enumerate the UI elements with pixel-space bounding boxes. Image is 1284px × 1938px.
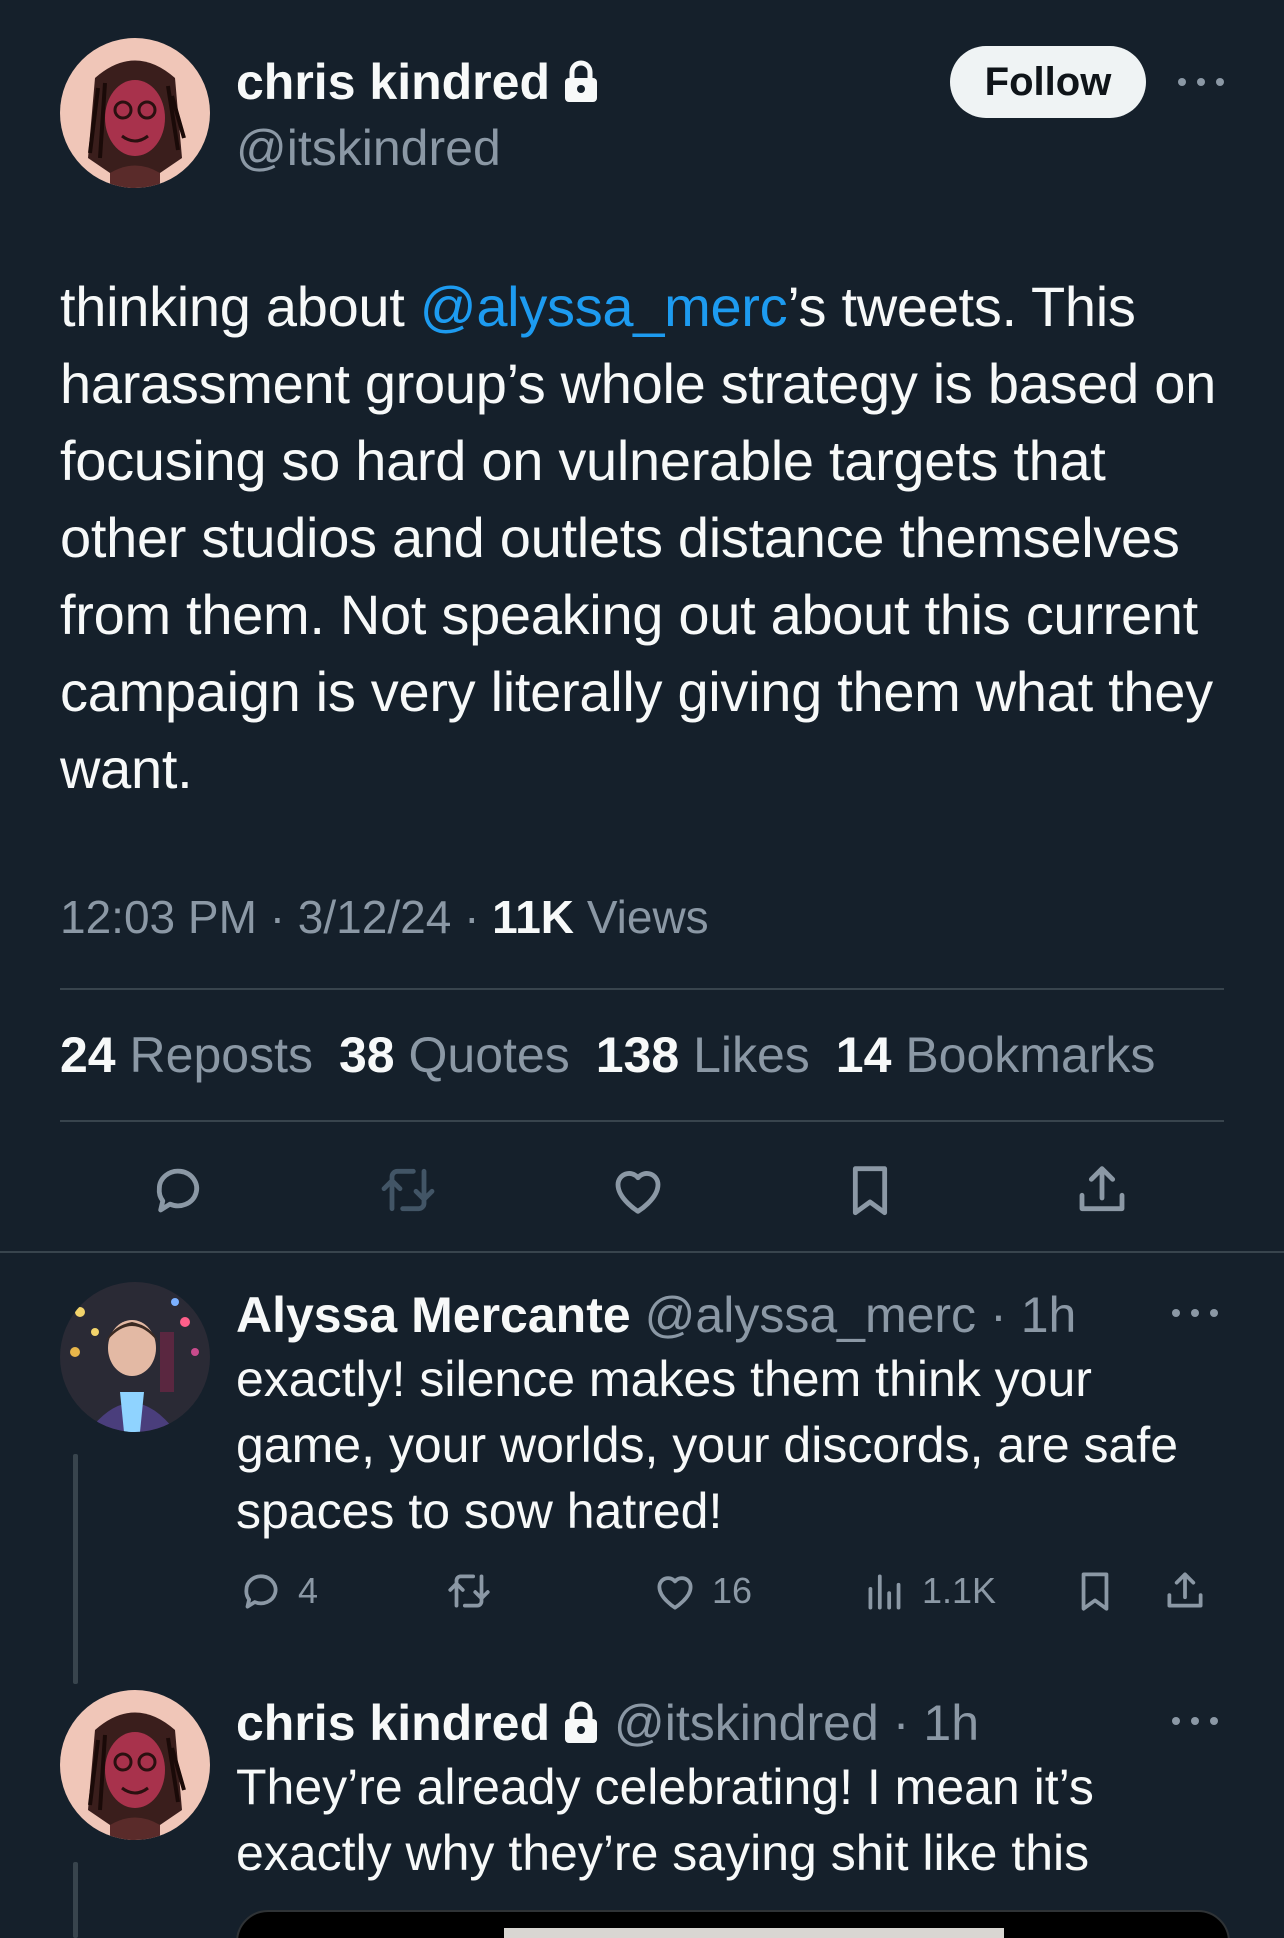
divider [60, 1120, 1224, 1122]
reply-time[interactable]: 1h [923, 1690, 979, 1756]
avatar[interactable] [60, 1690, 210, 1840]
reply-author-name[interactable]: Alyssa Mercante [236, 1282, 631, 1348]
reply-author-handle[interactable]: @itskindred [614, 1690, 879, 1756]
avatar-illustration-icon [60, 38, 210, 188]
quotes-stat[interactable]: 38 Quotes [339, 1024, 570, 1086]
reposts-count: 24 [60, 1027, 116, 1083]
separator: · [464, 891, 480, 943]
repost-icon [448, 1574, 490, 1608]
reply-time[interactable]: 1h [1021, 1282, 1077, 1348]
lock-icon [565, 60, 597, 102]
repost-icon[interactable] [376, 1158, 440, 1222]
tweet-meta: 12:03 PM · 3/12/24 · 11K Views [60, 888, 709, 946]
reposts-label: Reposts [129, 1027, 313, 1083]
quotes-count: 38 [338, 1027, 395, 1083]
views-label: Views [586, 891, 709, 943]
reply-tweet[interactable]: Alyssa Mercante @alyssa_merc · 1h exactl… [60, 1282, 1224, 1662]
media-preview [504, 1928, 1004, 1938]
attached-media[interactable] [236, 1910, 1230, 1938]
bookmarks-label: Bookmarks [905, 1027, 1156, 1083]
reply-author-handle[interactable]: @alyssa_merc [645, 1282, 976, 1348]
author-name-row[interactable]: chris kindred [236, 52, 600, 112]
like-icon[interactable] [606, 1158, 670, 1222]
reply-icon [244, 1574, 278, 1609]
likes-label: Likes [693, 1027, 810, 1083]
reply-tweet[interactable]: chris kindred @itskindred · 1h They’re a… [60, 1690, 1224, 1938]
view-count: 1.1K [922, 1570, 997, 1611]
share-icon [1167, 1572, 1203, 1608]
reply-action-like[interactable]: 16 [650, 1566, 752, 1616]
tweet-text: thinking about @alyssa_merc’s tweets. Th… [60, 268, 1220, 807]
avatar[interactable] [60, 1282, 210, 1432]
bookmark-icon [1081, 1572, 1109, 1611]
tweet-time[interactable]: 12:03 PM [60, 891, 257, 943]
tweet-action-bar [60, 1150, 1224, 1230]
tweet-text-rest: ’s tweets. This harassment group’s whole… [60, 275, 1216, 800]
tweet-date[interactable]: 3/12/24 [298, 891, 451, 943]
reply-action-bookmark[interactable] [1070, 1566, 1120, 1616]
like-count: 16 [712, 1570, 753, 1611]
more-options-icon[interactable] [1178, 75, 1224, 89]
separator: · [990, 1287, 1007, 1343]
like-icon [657, 1576, 693, 1610]
views-count: 11K [492, 891, 575, 943]
separator: · [269, 891, 286, 943]
tweet-detail-page: chris kindred @itskindred Follow thinkin… [0, 0, 1284, 1938]
avatar[interactable] [60, 38, 210, 188]
author-name[interactable]: chris kindred [236, 52, 550, 112]
views-icon [868, 1574, 901, 1610]
author-handle[interactable]: @itskindred [236, 118, 501, 178]
bookmarks-stat[interactable]: 14 Bookmarks [836, 1024, 1156, 1086]
avatar-photo-icon [60, 1282, 210, 1432]
mention-link[interactable]: @alyssa_merc [420, 275, 788, 338]
reply-action-bar: 4 16 1.1K [236, 1562, 1236, 1622]
more-options-icon[interactable] [1172, 1714, 1218, 1728]
reply-author-name-row[interactable]: chris kindred [236, 1690, 600, 1756]
avatar-illustration-icon [60, 1690, 210, 1840]
reply-action-repost[interactable] [444, 1566, 494, 1616]
lock-icon [565, 1701, 597, 1743]
engagement-stats: 24 Reposts 38 Quotes 138 Likes 14 Bookma… [60, 1024, 1155, 1086]
reply-icon[interactable] [146, 1158, 210, 1222]
reply-header: chris kindred @itskindred · 1h [236, 1690, 979, 1756]
reposts-stat[interactable]: 24 Reposts [60, 1024, 313, 1086]
follow-button[interactable]: Follow [950, 46, 1146, 118]
tweet-text-start: thinking about [60, 275, 420, 338]
reply-action-reply[interactable]: 4 [236, 1566, 318, 1616]
reply-text: exactly! silence makes them think your g… [236, 1351, 1179, 1539]
separator: · [892, 1695, 910, 1751]
reply-action-share[interactable] [1160, 1566, 1210, 1616]
reply-action-views[interactable]: 1.1K [860, 1566, 996, 1616]
main-tweet-header: chris kindred @itskindred Follow [60, 38, 1224, 190]
reply-count: 4 [298, 1570, 319, 1611]
reply-author-name[interactable]: chris kindred [236, 1690, 550, 1756]
more-options-icon[interactable] [1172, 1306, 1218, 1320]
share-icon[interactable] [1070, 1158, 1134, 1222]
divider [60, 988, 1224, 990]
bookmark-icon[interactable] [838, 1158, 902, 1222]
divider [0, 1251, 1284, 1253]
reply-header: Alyssa Mercante @alyssa_merc · 1h [236, 1282, 1076, 1348]
bookmarks-count: 14 [835, 1027, 892, 1083]
reply-text: They’re already celebrating! I mean it’s… [236, 1759, 1094, 1881]
likes-count: 138 [595, 1027, 680, 1083]
quotes-label: Quotes [408, 1027, 570, 1083]
likes-stat[interactable]: 138 Likes [596, 1024, 810, 1086]
